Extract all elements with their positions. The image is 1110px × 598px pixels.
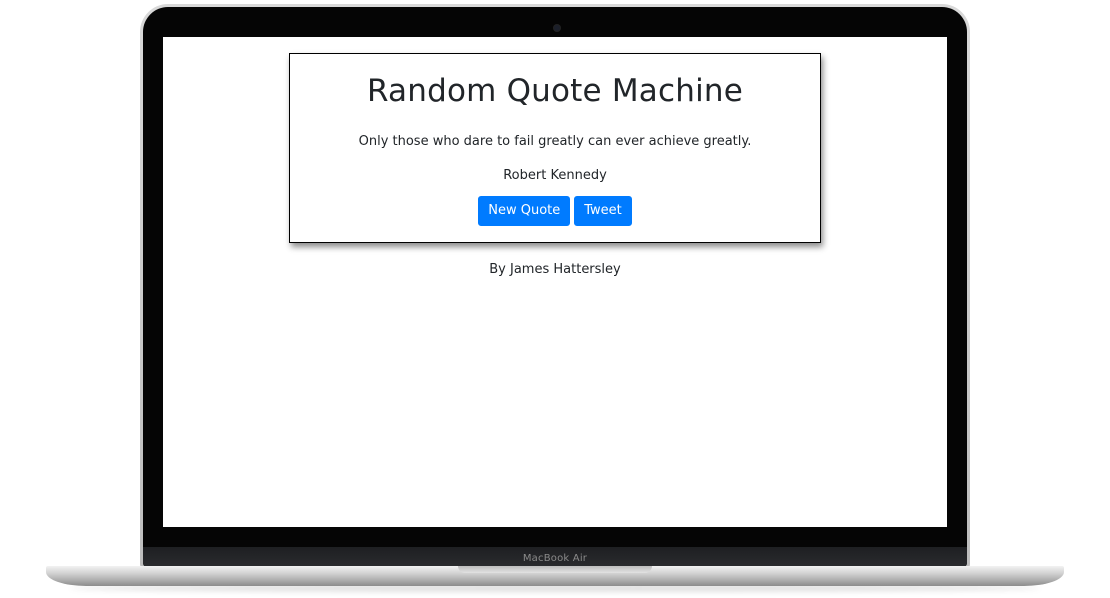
quote-text: Only those who dare to fail greatly can … bbox=[358, 134, 752, 149]
browser-viewport: Random Quote Machine Only those who dare… bbox=[163, 37, 947, 527]
laptop-lid: Random Quote Machine Only those who dare… bbox=[140, 4, 970, 570]
screen-bezel: Random Quote Machine Only those who dare… bbox=[143, 7, 967, 567]
laptop-base bbox=[46, 566, 1064, 586]
laptop-notch bbox=[458, 566, 652, 573]
laptop-chin: MacBook Air bbox=[143, 547, 967, 567]
device-label: MacBook Air bbox=[522, 553, 588, 564]
laptop-mockup: Random Quote Machine Only those who dare… bbox=[0, 0, 1110, 598]
quote-author: Robert Kennedy bbox=[503, 168, 607, 183]
tweet-button[interactable]: Tweet bbox=[574, 196, 632, 226]
camera-icon bbox=[554, 25, 560, 31]
new-quote-button[interactable]: New Quote bbox=[478, 196, 571, 226]
page-title: Random Quote Machine bbox=[366, 73, 744, 109]
author-credit: By James Hattersley bbox=[489, 262, 621, 277]
button-group: New Quote Tweet bbox=[290, 196, 820, 226]
quote-box: Random Quote Machine Only those who dare… bbox=[289, 53, 821, 243]
